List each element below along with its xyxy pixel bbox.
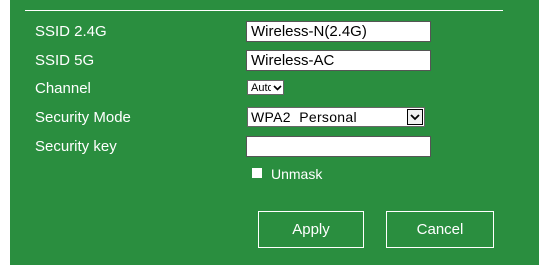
chevron-down-icon bbox=[407, 109, 423, 125]
header-divider bbox=[25, 10, 503, 11]
security-mode-label: Security Mode bbox=[35, 109, 131, 126]
unmask-label: Unmask bbox=[271, 166, 323, 182]
security-key-label: Security key bbox=[35, 138, 117, 155]
security-key-input[interactable] bbox=[246, 136, 431, 157]
channel-label: Channel bbox=[35, 80, 91, 97]
wireless-settings-panel: SSID 2.4G SSID 5G Channel Auto Security … bbox=[10, 0, 539, 265]
channel-selected-value: Auto bbox=[251, 81, 271, 94]
channel-select[interactable]: Auto bbox=[247, 80, 284, 95]
security-mode-selected-value: WPA2 Personal bbox=[251, 109, 357, 125]
apply-button[interactable]: Apply bbox=[258, 211, 364, 248]
ssid-24g-input[interactable] bbox=[246, 21, 431, 42]
cancel-button[interactable]: Cancel bbox=[386, 211, 494, 248]
security-mode-select[interactable]: WPA2 Personal bbox=[247, 107, 425, 127]
ssid-5g-input[interactable] bbox=[246, 50, 431, 71]
ssid-5g-label: SSID 5G bbox=[35, 52, 95, 69]
chevron-down-icon bbox=[271, 81, 283, 94]
unmask-checkbox[interactable] bbox=[252, 168, 262, 178]
ssid-24g-label: SSID 2.4G bbox=[35, 23, 107, 40]
